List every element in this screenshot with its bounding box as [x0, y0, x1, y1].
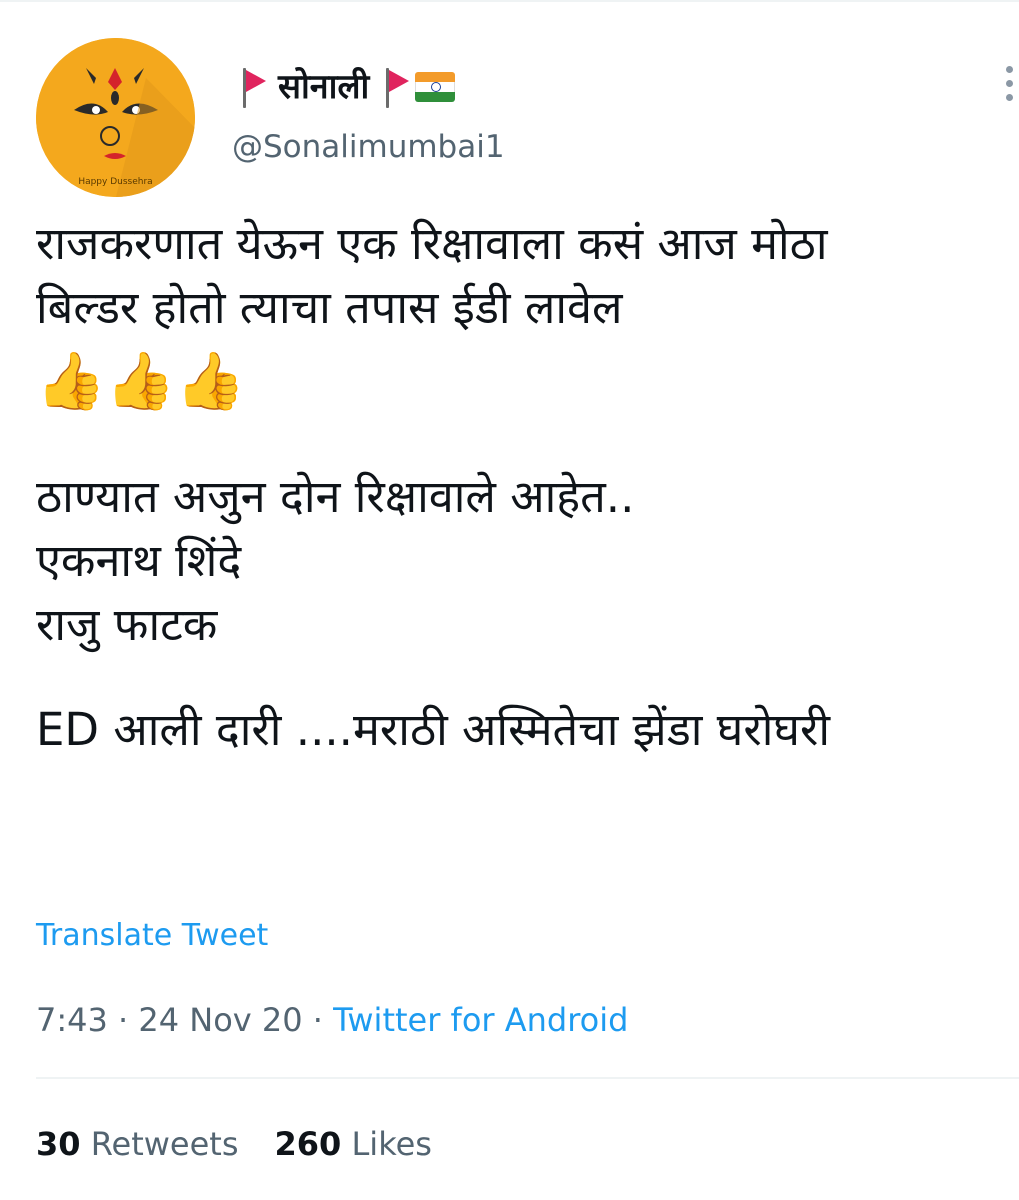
- tweet-line: राजु फाटक: [36, 598, 218, 651]
- divider: [36, 1077, 1019, 1079]
- avatar-caption: Happy Dussehra: [78, 177, 153, 187]
- tweet-line: ठाण्यात अजुन दोन रिक्षावाले आहेत..: [36, 470, 635, 523]
- retweets-count: 30: [36, 1125, 81, 1163]
- meta-separator: ·: [312, 1001, 323, 1039]
- author-handle[interactable]: @Sonalimumbai1: [232, 125, 505, 169]
- likes-count: 260: [274, 1125, 342, 1163]
- retweets-label: Retweets: [90, 1125, 239, 1163]
- tweet-line: राजकरणात येऊन एक रिक्षावाला कसं आज मोठा: [36, 217, 828, 270]
- avatar[interactable]: Happy Dussehra: [36, 38, 195, 197]
- more-options-icon[interactable]: [1003, 66, 1015, 106]
- meta-separator: ·: [118, 1001, 129, 1039]
- tweet-line: एकनाथ शिंदे: [36, 534, 242, 587]
- tweet-date[interactable]: 24 Nov 20: [138, 1001, 302, 1039]
- tweet-stats: 30 Retweets 260 Likes: [36, 1120, 432, 1168]
- thumbs-up-emojis: 👍👍👍: [36, 349, 246, 414]
- top-border: [0, 0, 1019, 2]
- tweet-time[interactable]: 7:43: [36, 1001, 108, 1039]
- red-flag-icon: [240, 66, 266, 108]
- author-display-name[interactable]: सोनाली: [278, 62, 369, 112]
- red-flag-icon: [383, 66, 410, 108]
- author-name-row[interactable]: सोनाली: [240, 62, 456, 112]
- retweets-stat[interactable]: 30 Retweets: [36, 1125, 239, 1163]
- tweet-metadata: 7:43 · 24 Nov 20 · Twitter for Android: [36, 996, 628, 1044]
- likes-stat[interactable]: 260 Likes: [275, 1125, 432, 1163]
- tweet-line: बिल्डर होतो त्याचा तपास ईडी लावेल: [36, 281, 623, 334]
- tweet-line: ED आली दारी ....मराठी अस्मितेचा झेंडा घर…: [36, 703, 831, 756]
- tweet-text: राजकरणात येऊन एक रिक्षावाला कसं आज मोठा …: [36, 212, 1006, 762]
- india-flag-icon: [415, 72, 456, 102]
- likes-label: Likes: [351, 1125, 432, 1163]
- avatar-illustration: [36, 38, 195, 197]
- tweet-source-link[interactable]: Twitter for Android: [333, 1001, 628, 1039]
- translate-tweet-link[interactable]: Translate Tweet: [36, 912, 268, 960]
